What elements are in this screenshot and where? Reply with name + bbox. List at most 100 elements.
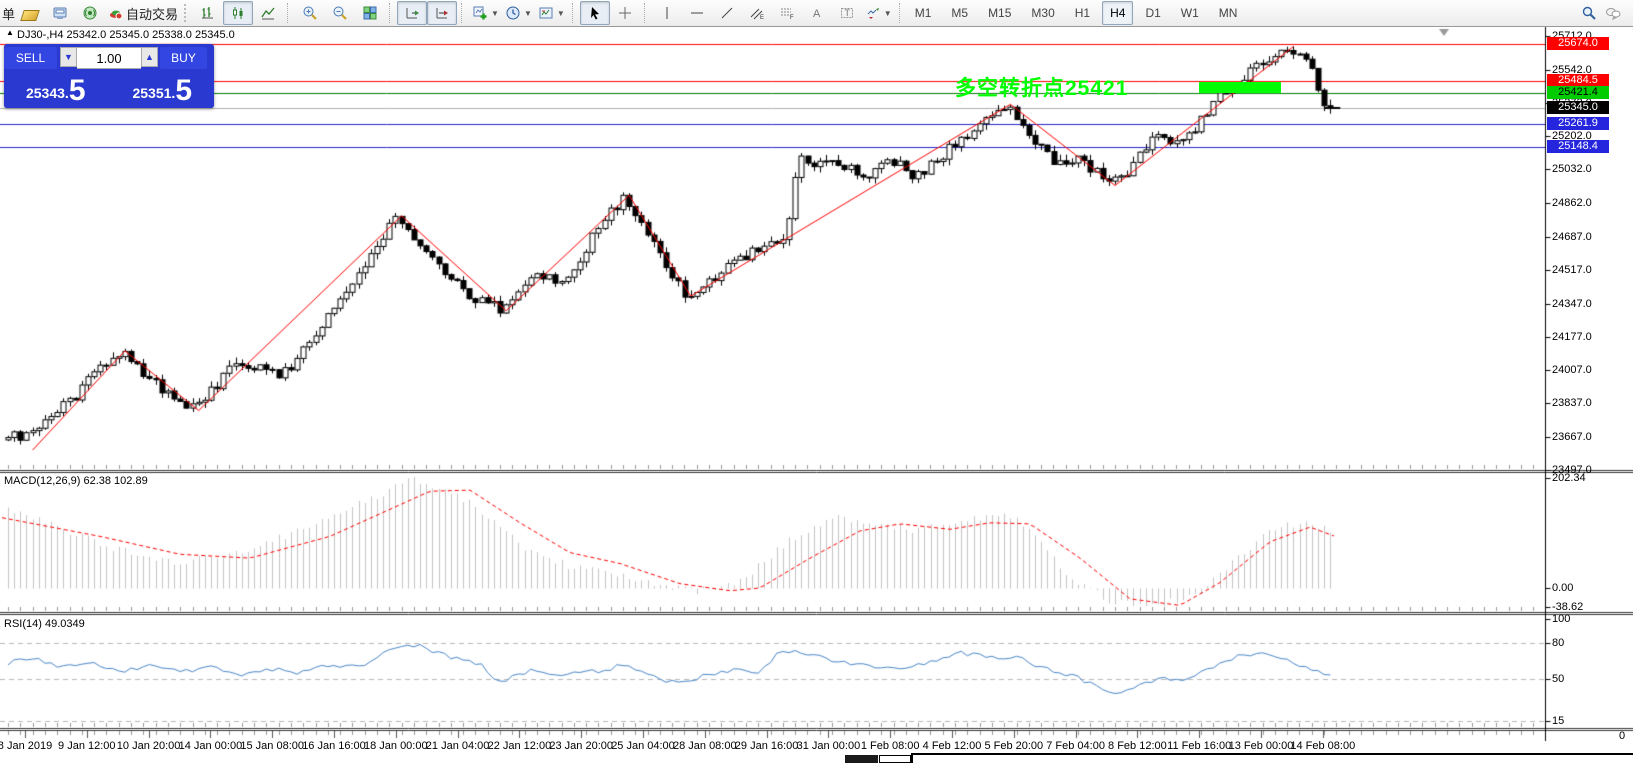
bottom-strip-dark-box <box>845 755 878 763</box>
timeframe-mn-button[interactable]: MN <box>1211 1 1246 25</box>
zoom-in-icon <box>302 5 318 21</box>
search-icon[interactable] <box>1581 5 1597 21</box>
time-axis-label: 15 Jan 08:00 <box>240 740 304 752</box>
price-scale-tick: 24177.0 <box>1552 331 1592 343</box>
time-axis-label: 23 Jan 20:00 <box>549 740 613 752</box>
timeframe-h4-button[interactable]: H4 <box>1102 1 1133 25</box>
new-order-button[interactable]: 单 <box>2 4 15 23</box>
price-level-tag[interactable]: 25345.0 <box>1547 101 1609 114</box>
chart-annotation-text[interactable]: 多空转折点25421 <box>955 72 1128 102</box>
svg-text:A: A <box>813 8 821 20</box>
price-level-tag[interactable]: 25421.4 <box>1547 86 1609 99</box>
market-watch-button[interactable] <box>45 1 75 25</box>
price-scale-tick: 23667.0 <box>1552 431 1592 443</box>
timeframe-bar: M1M5M15M30H1H4D1W1MN <box>907 1 1246 25</box>
time-axis-label: 8 Jan 2019 <box>0 740 52 752</box>
toolbar-separator <box>461 3 465 23</box>
autotrading-button[interactable]: 自动交易 <box>105 1 181 25</box>
rsi-indicator-label: RSI(14) 49.0349 <box>4 618 85 630</box>
signals-button[interactable] <box>75 1 105 25</box>
time-axis-label: 11 Feb 16:00 <box>1167 740 1231 752</box>
dropdown-arrow-icon: ▼ <box>524 9 532 18</box>
timeframe-h1-button[interactable]: H1 <box>1067 1 1098 25</box>
timeframe-m30-button[interactable]: M30 <box>1023 1 1062 25</box>
price-level-tag[interactable]: 25261.9 <box>1547 117 1609 130</box>
toolbar-separator <box>287 3 291 23</box>
arrows-button[interactable]: ▼ <box>862 1 895 25</box>
buy-price-main: 25351 <box>132 80 171 106</box>
dropdown-arrow-icon: ▼ <box>884 9 892 18</box>
zoom-out-icon <box>332 5 348 21</box>
auto-scroll-button[interactable] <box>397 1 427 25</box>
highlight-rectangle[interactable] <box>1199 82 1281 93</box>
price-scale-tick: 24347.0 <box>1552 298 1592 310</box>
history-center-button[interactable] <box>15 1 45 25</box>
text-button[interactable]: A <box>802 1 832 25</box>
zoom-in-button[interactable] <box>295 1 325 25</box>
lot-decrease-button[interactable]: ▼ <box>60 47 77 67</box>
candlestick-icon <box>230 5 246 21</box>
clock-icon <box>505 5 521 21</box>
chart-canvas[interactable] <box>0 0 1633 763</box>
price-level-tag[interactable]: 25674.0 <box>1547 37 1609 50</box>
chat-icon[interactable] <box>1605 5 1621 21</box>
text-label-icon: T <box>839 5 855 21</box>
buy-button[interactable]: BUY <box>160 47 207 69</box>
svg-text:T: T <box>844 8 850 18</box>
price-level-tag[interactable]: 25148.4 <box>1547 140 1609 153</box>
macd-scale-tick: 202.34 <box>1552 472 1586 484</box>
horizontal-line-button[interactable] <box>682 1 712 25</box>
time-axis-label: 8 Feb 12:00 <box>1108 740 1167 752</box>
buy-price[interactable]: 25351.5 <box>111 70 215 108</box>
price-level-tag[interactable]: 25484.5 <box>1547 74 1609 87</box>
time-axis-label: 21 Jan 04:00 <box>426 740 490 752</box>
chart-collapse-arrow[interactable]: ▲ <box>6 28 14 37</box>
chart-shift-button[interactable] <box>427 1 457 25</box>
macd-scale-tick: -38.62 <box>1552 601 1583 613</box>
svg-text:E: E <box>760 15 764 21</box>
timeframe-d1-button[interactable]: D1 <box>1137 1 1168 25</box>
autotrading-hat-icon <box>108 5 124 21</box>
rsi-scale-tick: 50 <box>1552 673 1564 685</box>
zoom-out-button[interactable] <box>325 1 355 25</box>
price-scale-tick: 25032.0 <box>1552 163 1592 175</box>
time-axis-label: 31 Jan 00:00 <box>797 740 861 752</box>
ohlc-bars-icon <box>200 5 216 21</box>
vertical-line-button[interactable] <box>652 1 682 25</box>
text-label-button[interactable]: T <box>832 1 862 25</box>
trendline-button[interactable] <box>712 1 742 25</box>
dropdown-arrow-icon: ▼ <box>557 9 565 18</box>
indicators-button[interactable]: ▼ <box>469 1 502 25</box>
timeframe-m15-button[interactable]: M15 <box>980 1 1019 25</box>
timeframe-m5-button[interactable]: M5 <box>943 1 976 25</box>
price-scale-tick: 24687.0 <box>1552 231 1592 243</box>
toolbar-separator <box>572 3 576 23</box>
chart-shift-icon <box>434 5 450 21</box>
vertical-line-icon <box>659 5 675 21</box>
time-axis-label: 4 Feb 12:00 <box>923 740 982 752</box>
mt4-window: { "toolbar": { "left_label": "单", "autot… <box>0 0 1633 763</box>
line-chart-icon <box>260 5 276 21</box>
price-scale-tick: 23837.0 <box>1552 397 1592 409</box>
chart-title: DJ30-,H4 25342.0 25345.0 25338.0 25345.0 <box>17 29 235 41</box>
equidistant-channel-button[interactable]: E <box>742 1 772 25</box>
sell-price[interactable]: 25343.5 <box>4 70 108 108</box>
lot-increase-button[interactable]: ▲ <box>141 47 158 67</box>
cursor-button[interactable] <box>580 1 610 25</box>
bar-chart-button[interactable] <box>193 1 223 25</box>
cursor-arrow-icon <box>587 5 603 21</box>
candlestick-chart-button[interactable] <box>223 1 253 25</box>
line-chart-button[interactable] <box>253 1 283 25</box>
lot-input[interactable] <box>77 47 141 69</box>
periods-button[interactable]: ▼ <box>502 1 535 25</box>
time-axis-label: 5 Feb 20:00 <box>984 740 1043 752</box>
tile-windows-button[interactable] <box>355 1 385 25</box>
indicators-plus-icon <box>472 5 488 21</box>
templates-button[interactable]: ▼ <box>535 1 568 25</box>
crosshair-button[interactable] <box>610 1 640 25</box>
timeframe-m1-button[interactable]: M1 <box>907 1 940 25</box>
timeframe-w1-button[interactable]: W1 <box>1173 1 1207 25</box>
sell-button[interactable]: SELL <box>4 47 57 69</box>
macd-scale-tick: 0.00 <box>1552 582 1573 594</box>
fibonacci-button[interactable]: F <box>772 1 802 25</box>
